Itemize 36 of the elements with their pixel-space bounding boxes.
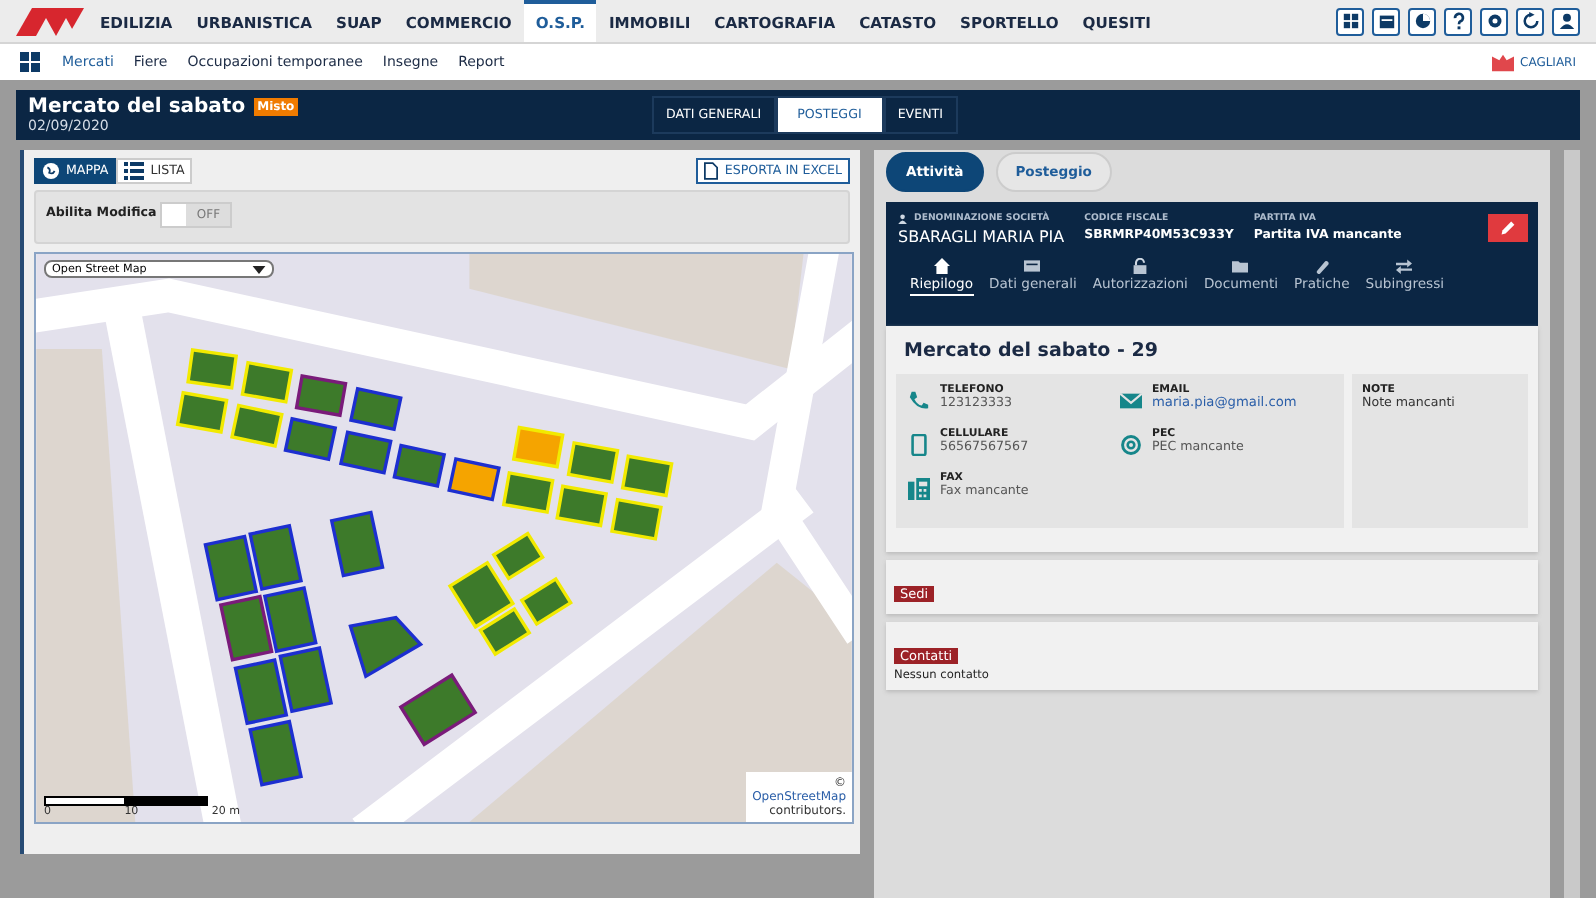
grid-button[interactable] <box>1336 7 1364 35</box>
card-title: Mercato del sabato - 29 <box>904 340 1160 362</box>
lock-icon <box>1132 258 1149 274</box>
list-icon <box>124 162 145 180</box>
grid-icon <box>1341 12 1359 30</box>
folder-icon <box>1232 258 1249 274</box>
settings-button[interactable] <box>1480 7 1508 35</box>
scrollbar[interactable] <box>1564 150 1580 898</box>
city-crest-icon <box>1492 53 1514 71</box>
pencil-icon <box>1500 220 1517 236</box>
refresh-icon <box>1521 12 1539 30</box>
card-icon <box>1024 258 1041 274</box>
mobile-phone-icon <box>908 434 930 456</box>
logo-icon <box>16 7 84 35</box>
pie-chart-button[interactable] <box>1408 7 1436 35</box>
swap-icon <box>1396 258 1413 274</box>
market-title: Mercato del sabato <box>28 96 246 118</box>
refresh-button[interactable] <box>1516 7 1544 35</box>
help-button[interactable] <box>1444 7 1472 35</box>
calendar-button[interactable] <box>1372 7 1400 35</box>
apps-icon <box>20 52 40 72</box>
file-icon <box>704 162 719 180</box>
fax-icon <box>908 478 930 500</box>
users-icon <box>898 214 910 224</box>
calendar-icon <box>1377 12 1395 30</box>
user-icon <box>1557 12 1575 30</box>
home-icon <box>933 258 950 274</box>
field-value: SBARAGLI MARIA PIA <box>898 228 1065 246</box>
envelope-icon <box>1120 390 1142 412</box>
caret-icon <box>252 265 266 273</box>
edit-button[interactable] <box>1488 214 1529 242</box>
settings-icon <box>1485 12 1503 30</box>
phone-icon <box>908 390 930 412</box>
user-button[interactable] <box>1552 7 1580 35</box>
help-icon <box>1449 12 1467 30</box>
pie-chart-icon <box>1413 12 1431 30</box>
